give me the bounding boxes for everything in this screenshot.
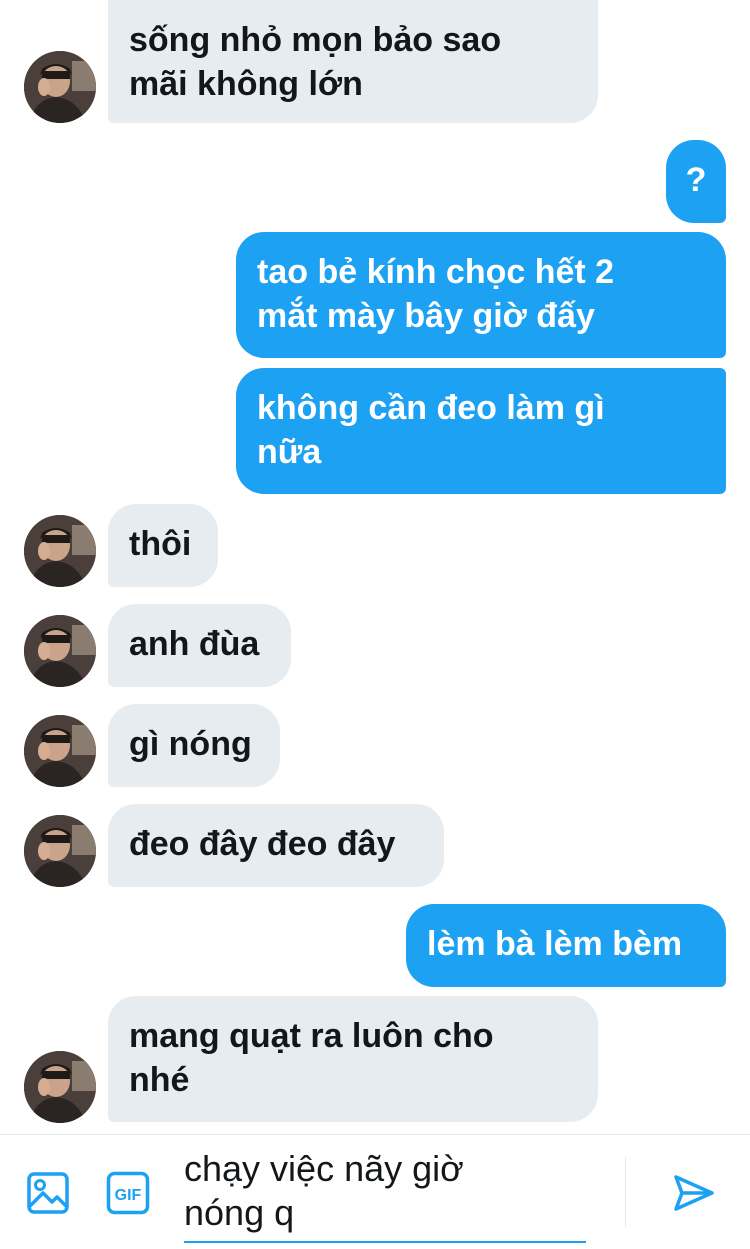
message-composer: GIF chạy việc nãy giờ nóng q xyxy=(0,1134,750,1249)
avatar-image xyxy=(24,615,96,687)
divider xyxy=(625,1157,626,1227)
avatar[interactable] xyxy=(24,1051,96,1123)
gif-icon[interactable]: GIF xyxy=(106,1171,150,1220)
message-input[interactable]: chạy việc nãy giờ nóng q xyxy=(184,1147,584,1235)
avatar-image xyxy=(24,715,96,787)
avatar-image xyxy=(24,51,96,123)
svg-text:GIF: GIF xyxy=(115,1187,142,1204)
message-bubble-incoming[interactable]: anh đùa xyxy=(108,604,291,687)
avatar[interactable] xyxy=(24,51,96,123)
avatar[interactable] xyxy=(24,515,96,587)
avatar-image xyxy=(24,515,96,587)
message-bubble-outgoing[interactable]: không cần đeo làm gì nữa xyxy=(236,368,726,494)
send-icon[interactable] xyxy=(672,1171,716,1220)
image-icon[interactable] xyxy=(26,1171,70,1220)
dm-conversation-screen: sống nhỏ mọn bảo sao mãi không lớn ? tao… xyxy=(0,0,750,1249)
input-underline xyxy=(184,1241,586,1243)
avatar[interactable] xyxy=(24,715,96,787)
message-bubble-outgoing[interactable]: ? xyxy=(666,140,726,223)
message-bubble-incoming[interactable]: thôi xyxy=(108,504,218,587)
message-bubble-incoming[interactable]: đeo đây đeo đây xyxy=(108,804,444,887)
message-bubble-outgoing[interactable]: lèm bà lèm bèm xyxy=(406,904,726,987)
message-bubble-outgoing[interactable]: tao bẻ kính chọc hết 2 mắt mày bây giờ đ… xyxy=(236,232,726,358)
avatar[interactable] xyxy=(24,615,96,687)
avatar-image xyxy=(24,1051,96,1123)
message-bubble-incoming[interactable]: sống nhỏ mọn bảo sao mãi không lớn xyxy=(108,0,598,123)
avatar[interactable] xyxy=(24,815,96,887)
message-bubble-incoming[interactable]: mang quạt ra luôn cho nhé xyxy=(108,996,598,1122)
message-bubble-incoming[interactable]: gì nóng xyxy=(108,704,280,787)
avatar-image xyxy=(24,815,96,887)
